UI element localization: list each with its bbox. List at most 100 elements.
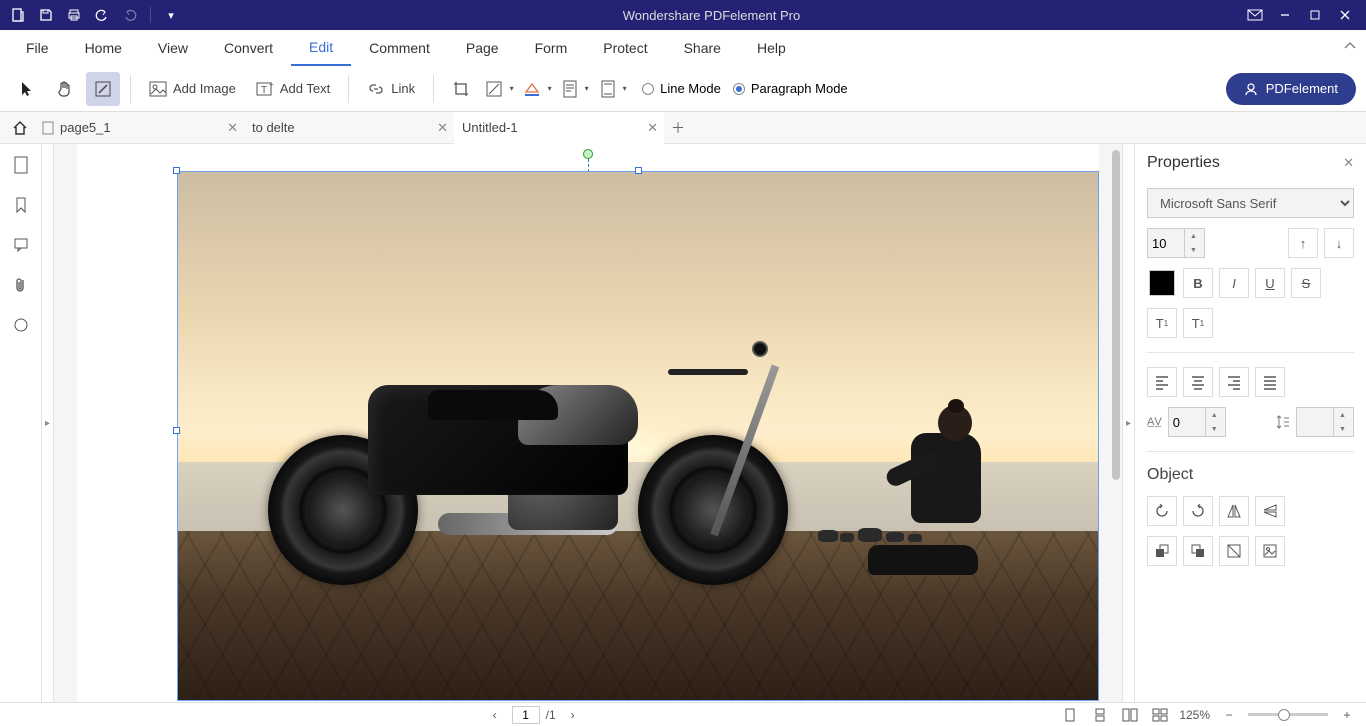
- maximize-icon[interactable]: [1300, 3, 1330, 27]
- tab-to-delte[interactable]: to delte ✕: [244, 112, 454, 144]
- doc-icon: [42, 121, 54, 135]
- bookmarks-icon[interactable]: [6, 190, 36, 220]
- crop-object-icon[interactable]: [1219, 536, 1249, 566]
- thumbnails-icon[interactable]: [6, 150, 36, 180]
- align-left-icon[interactable]: [1147, 367, 1177, 397]
- redo-icon[interactable]: [118, 3, 142, 27]
- menu-help[interactable]: Help: [739, 30, 804, 66]
- shapes-icon[interactable]: [6, 310, 36, 340]
- flip-horizontal-icon[interactable]: [1219, 496, 1249, 526]
- qat-customize-icon[interactable]: ▾: [159, 3, 183, 27]
- strikethrough-icon[interactable]: S: [1291, 268, 1321, 298]
- char-spacing-input[interactable]: ▲▼: [1168, 407, 1226, 437]
- scrollbar-thumb[interactable]: [1112, 150, 1120, 480]
- menu-page[interactable]: Page: [448, 30, 517, 66]
- watermark-tool-icon[interactable]: ▾: [482, 72, 516, 106]
- menu-convert[interactable]: Convert: [206, 30, 291, 66]
- italic-icon[interactable]: I: [1219, 268, 1249, 298]
- selection-handle[interactable]: [173, 427, 180, 434]
- close-icon[interactable]: [1330, 3, 1360, 27]
- font-color-swatch[interactable]: [1147, 268, 1177, 298]
- edit-object-tool-icon[interactable]: [86, 72, 120, 106]
- menu-view[interactable]: View: [140, 30, 206, 66]
- font-size-input[interactable]: ▲▼: [1147, 228, 1205, 258]
- bold-icon[interactable]: B: [1183, 268, 1213, 298]
- menu-protect[interactable]: Protect: [585, 30, 665, 66]
- comments-icon[interactable]: [6, 230, 36, 260]
- subscript-icon[interactable]: T1: [1183, 308, 1213, 338]
- menu-share[interactable]: Share: [666, 30, 739, 66]
- zoom-slider[interactable]: [1248, 713, 1328, 716]
- page-input[interactable]: [512, 706, 540, 724]
- prev-page-icon[interactable]: ‹: [484, 705, 506, 725]
- pdfelement-button[interactable]: PDFelement: [1226, 73, 1356, 105]
- attachments-icon[interactable]: [6, 270, 36, 300]
- tab-untitled-1[interactable]: Untitled-1 ✕: [454, 112, 664, 144]
- document-tabs: page5_1 ✕ to delte ✕ Untitled-1 ✕ ＋: [0, 112, 1366, 144]
- line-spacing-input[interactable]: ▲▼: [1296, 407, 1354, 437]
- canvas[interactable]: [54, 144, 1122, 702]
- line-mode-radio[interactable]: Line Mode: [642, 81, 721, 96]
- view-grid-icon[interactable]: [1149, 705, 1171, 725]
- flip-vertical-icon[interactable]: [1255, 496, 1285, 526]
- right-rail-expand-icon[interactable]: ▸: [1122, 144, 1134, 702]
- replace-image-icon[interactable]: [1255, 536, 1285, 566]
- view-single-icon[interactable]: [1059, 705, 1081, 725]
- menu-form[interactable]: Form: [517, 30, 586, 66]
- align-center-icon[interactable]: [1183, 367, 1213, 397]
- tab-close-icon[interactable]: ✕: [437, 120, 448, 136]
- menu-file[interactable]: File: [8, 30, 67, 66]
- view-continuous-icon[interactable]: [1089, 705, 1111, 725]
- zoom-in-icon[interactable]: +: [1336, 705, 1358, 725]
- superscript-icon[interactable]: T1: [1147, 308, 1177, 338]
- increase-size-icon[interactable]: ↑: [1288, 228, 1318, 258]
- underline-icon[interactable]: U: [1255, 268, 1285, 298]
- hand-tool-icon[interactable]: [48, 72, 82, 106]
- add-text-label: Add Text: [280, 81, 330, 96]
- mail-icon[interactable]: [1240, 3, 1270, 27]
- add-tab-icon[interactable]: ＋: [664, 114, 692, 142]
- next-page-icon[interactable]: ›: [562, 705, 584, 725]
- crop-tool-icon[interactable]: [444, 72, 478, 106]
- add-image-button[interactable]: Add Image: [141, 72, 244, 106]
- left-rail-expand-icon[interactable]: ▸: [42, 144, 54, 702]
- tab-close-icon[interactable]: ✕: [227, 120, 238, 136]
- print-icon[interactable]: [62, 3, 86, 27]
- font-family-select[interactable]: Microsoft Sans Serif: [1147, 188, 1354, 218]
- undo-icon[interactable]: [90, 3, 114, 27]
- rotate-handle[interactable]: [583, 149, 593, 159]
- add-image-label: Add Image: [173, 81, 236, 96]
- zoom-out-icon[interactable]: −: [1218, 705, 1240, 725]
- align-right-icon[interactable]: [1219, 367, 1249, 397]
- tab-close-icon[interactable]: ✕: [647, 120, 658, 136]
- selection-handle[interactable]: [173, 167, 180, 174]
- minimize-icon[interactable]: [1270, 3, 1300, 27]
- menu-edit[interactable]: Edit: [291, 30, 351, 66]
- selected-image[interactable]: [177, 171, 1099, 701]
- paragraph-mode-radio[interactable]: Paragraph Mode: [733, 81, 848, 96]
- link-button[interactable]: Link: [359, 72, 423, 106]
- rotate-left-icon[interactable]: [1147, 496, 1177, 526]
- send-back-icon[interactable]: [1183, 536, 1213, 566]
- window-controls: [1240, 3, 1360, 27]
- decrease-size-icon[interactable]: ↓: [1324, 228, 1354, 258]
- view-two-page-icon[interactable]: [1119, 705, 1141, 725]
- home-tab-icon[interactable]: [6, 114, 34, 142]
- close-panel-icon[interactable]: ✕: [1343, 155, 1354, 171]
- align-justify-icon[interactable]: [1255, 367, 1285, 397]
- link-icon: [367, 81, 385, 97]
- bring-front-icon[interactable]: [1147, 536, 1177, 566]
- bates-tool-icon[interactable]: ▾: [596, 72, 630, 106]
- collapse-ribbon-icon[interactable]: [1344, 42, 1356, 50]
- menu-comment[interactable]: Comment: [351, 30, 448, 66]
- add-text-button[interactable]: T+ Add Text: [248, 72, 338, 106]
- selection-handle[interactable]: [635, 167, 642, 174]
- menu-home[interactable]: Home: [67, 30, 140, 66]
- background-tool-icon[interactable]: ▾: [520, 72, 554, 106]
- app-logo-icon[interactable]: [6, 3, 30, 27]
- save-icon[interactable]: [34, 3, 58, 27]
- tab-page5_1[interactable]: page5_1 ✕: [34, 112, 244, 144]
- select-tool-icon[interactable]: [10, 72, 44, 106]
- rotate-right-icon[interactable]: [1183, 496, 1213, 526]
- header-footer-tool-icon[interactable]: ▾: [558, 72, 592, 106]
